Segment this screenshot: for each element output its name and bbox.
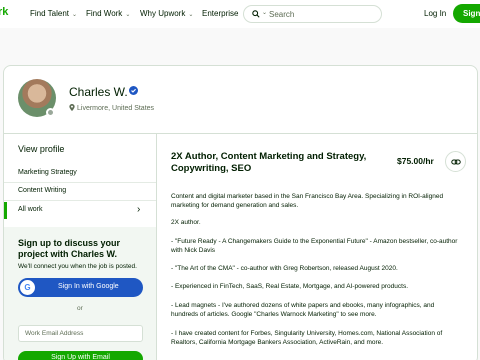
nav-find-work-label: Find Work (86, 9, 123, 18)
signup-title: Sign up to discuss your project with Cha… (18, 238, 121, 259)
chevron-down-icon: ⌄ (188, 12, 194, 18)
top-navbar: rk Find Talent ⌄ Find Work ⌄ Why Upwork ⌄ E… (0, 0, 480, 28)
active-indicator (4, 202, 7, 219)
nav-why-upwork[interactable]: Why Upwork ⌄ (140, 9, 193, 18)
location-text: Livermore, United States (77, 105, 155, 112)
nav-enterprise[interactable]: Enterprise (202, 9, 238, 18)
nav-find-work[interactable]: Find Work ⌄ (86, 9, 130, 18)
overview-paragraph: - "Future Ready - A Changemakers Guide t… (171, 238, 458, 254)
verified-badge-icon (129, 86, 138, 95)
nav-find-talent[interactable]: Find Talent ⌄ (30, 9, 77, 18)
location: Livermore, United States (69, 104, 154, 112)
view-profile-heading: View profile (18, 144, 65, 154)
overview-paragraph: - I have created content for Forbes, Sin… (171, 330, 443, 346)
chevron-down-icon: ⌄ (72, 12, 78, 18)
hourly-rate: $75.00/hr (397, 156, 434, 166)
location-pin-icon (69, 104, 75, 111)
search-input[interactable] (269, 8, 369, 20)
freelancer-name: Charles W. (69, 85, 128, 99)
column-divider (156, 133, 157, 360)
signup-button[interactable]: Sign (453, 4, 480, 23)
google-icon: G (20, 280, 35, 295)
nav-why-upwork-label: Why Upwork (140, 9, 186, 18)
status-indicator (46, 108, 55, 117)
profile-card: Charles W. Livermore, United States View… (3, 65, 478, 360)
google-signin-button[interactable]: G Sign In with Google (18, 278, 143, 297)
signup-subtitle: We'll connect you when the job is posted… (18, 263, 137, 270)
email-field[interactable] (18, 325, 143, 342)
overview-paragraph: - Lead magnets - I've authored dozens of… (171, 302, 435, 318)
overview-paragraph: Content and digital marketer based in th… (171, 193, 444, 209)
search-type-chevron-icon[interactable]: ⌄ (262, 9, 267, 16)
google-signin-label: Sign In with Google (58, 283, 119, 290)
or-separator: or (77, 305, 83, 312)
search-icon (252, 10, 260, 18)
copy-link-button[interactable] (445, 151, 466, 172)
search-bar[interactable]: ⌄ (243, 5, 382, 23)
link-icon (451, 159, 461, 165)
profile-headline: 2X Author, Content Marketing and Strateg… (171, 151, 367, 174)
divider (4, 133, 477, 134)
chevron-down-icon: ⌄ (125, 12, 131, 18)
overview-paragraph: - "The Art of the CMA" - co-author with … (171, 265, 398, 272)
divider (4, 200, 156, 201)
signup-email-button[interactable]: Sign Up with Email (18, 351, 143, 360)
chevron-right-icon: › (137, 204, 141, 215)
upwork-logo[interactable]: rk (0, 6, 8, 18)
sidebar-item-all-work[interactable]: All work (18, 206, 43, 213)
sidebar-item-marketing-strategy[interactable]: Marketing Strategy (18, 169, 77, 176)
overview-paragraph: 2X author. (171, 219, 201, 226)
overview-paragraph: - Experienced in FinTech, SaaS, Real Est… (171, 283, 409, 290)
sidebar-item-content-writing[interactable]: Content Writing (18, 187, 66, 194)
nav-find-talent-label: Find Talent (30, 9, 69, 18)
login-link[interactable]: Log In (424, 9, 446, 18)
divider (4, 182, 156, 183)
